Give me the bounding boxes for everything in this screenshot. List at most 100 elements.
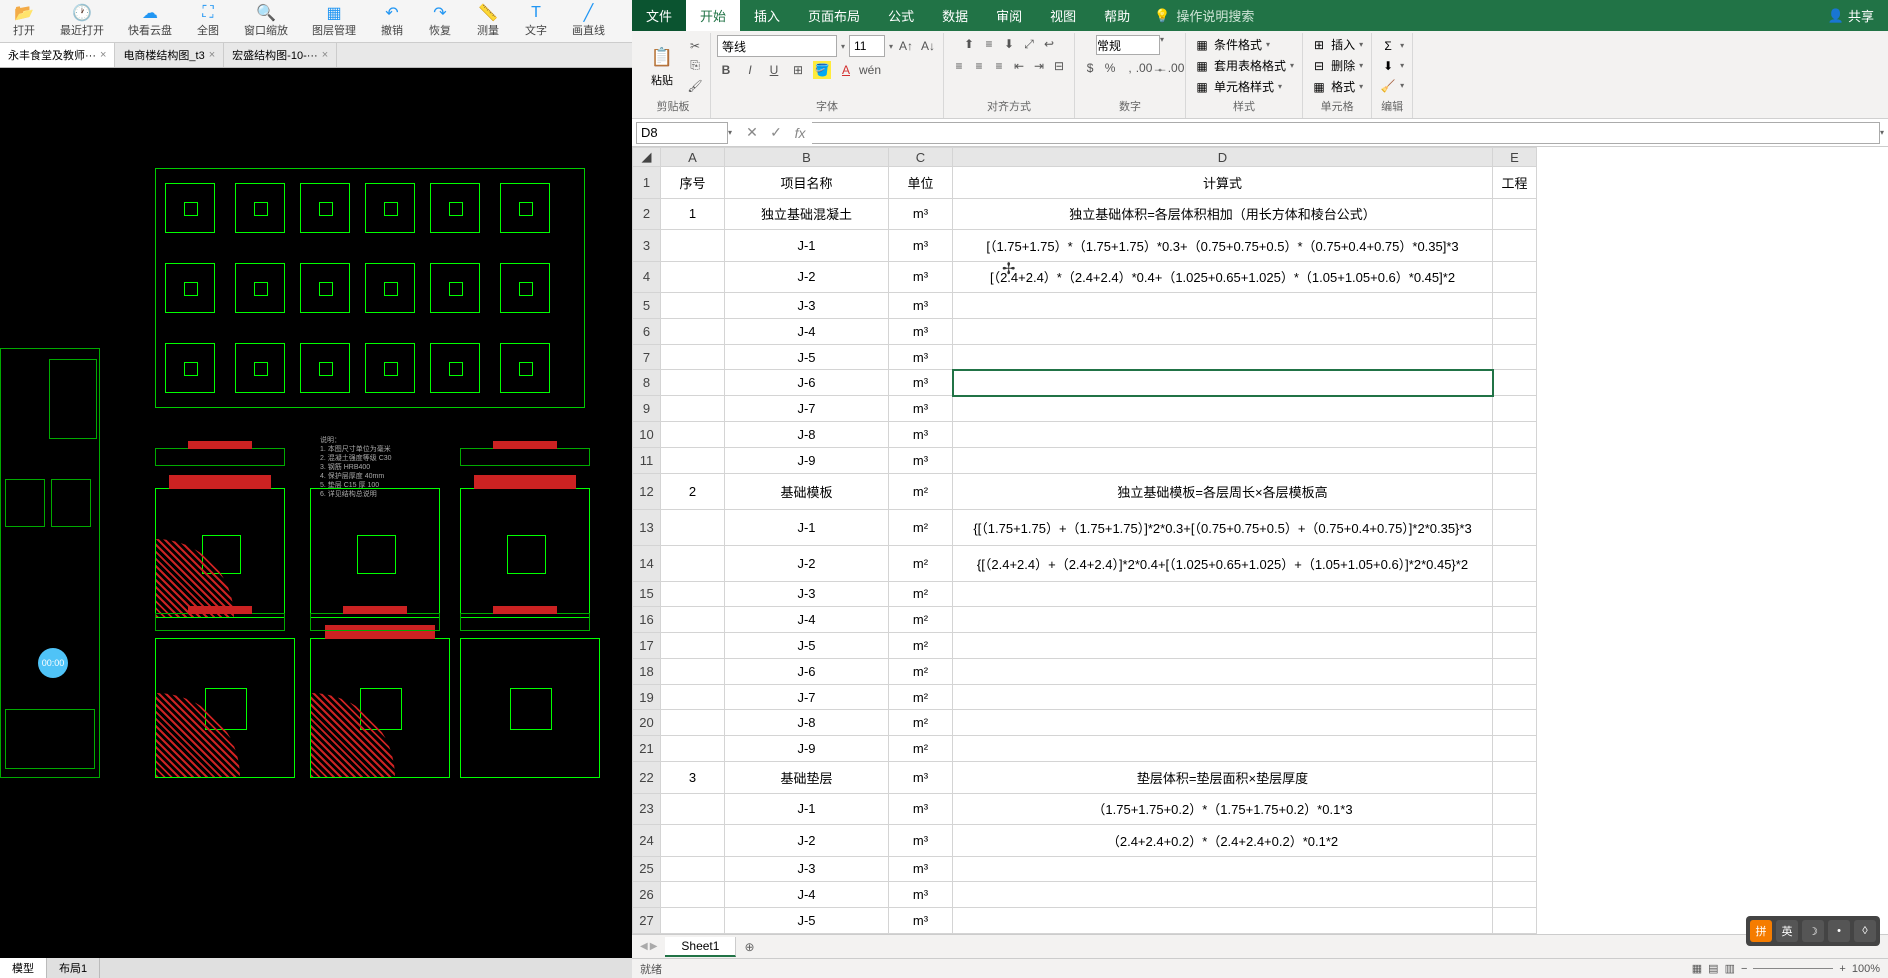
cell[interactable]: J-4 <box>725 607 889 633</box>
cell[interactable]: J-4 <box>725 318 889 344</box>
cell[interactable]: m² <box>889 509 953 545</box>
cell[interactable] <box>1493 762 1537 794</box>
enter-formula-button[interactable]: ✓ <box>764 122 788 144</box>
number-format-select[interactable] <box>1096 35 1160 55</box>
italic-button[interactable]: I <box>741 61 759 79</box>
cell[interactable]: m² <box>889 710 953 736</box>
cell[interactable] <box>953 684 1493 710</box>
font-size-input[interactable] <box>849 35 885 57</box>
cell[interactable] <box>1493 447 1537 473</box>
cell[interactable] <box>1493 793 1537 825</box>
cad-tool-打开[interactable]: 📂打开 <box>0 0 48 42</box>
align-left-button[interactable]: ≡ <box>950 57 968 75</box>
cell[interactable]: m² <box>889 684 953 710</box>
cell[interactable]: m³ <box>889 396 953 422</box>
cell[interactable] <box>1493 473 1537 509</box>
col-header-D[interactable]: D <box>953 148 1493 167</box>
underline-button[interactable]: U <box>765 61 783 79</box>
cell[interactable]: m³ <box>889 825 953 857</box>
cell[interactable]: 基础垫层 <box>725 762 889 794</box>
font-name-input[interactable] <box>717 35 837 57</box>
zoom-level[interactable]: 100% <box>1852 963 1880 975</box>
cell[interactable] <box>953 710 1493 736</box>
formula-input[interactable] <box>812 122 1880 144</box>
col-header-C[interactable]: C <box>889 148 953 167</box>
cell[interactable] <box>953 633 1493 659</box>
ime-button[interactable]: ◊ <box>1854 920 1876 942</box>
bold-button[interactable]: B <box>717 61 735 79</box>
menu-页面布局[interactable]: 页面布局 <box>794 0 874 31</box>
cell[interactable]: m² <box>889 633 953 659</box>
close-icon[interactable]: × <box>322 49 328 61</box>
cell[interactable] <box>1493 396 1537 422</box>
cad-canvas[interactable]: 说明：1. 本图尺寸单位为毫米2. 混凝土强度等级 C303. 钢筋 HRB40… <box>0 68 632 958</box>
cell[interactable] <box>953 318 1493 344</box>
cell[interactable] <box>953 607 1493 633</box>
row-header[interactable]: 13 <box>633 509 661 545</box>
menu-tell-me[interactable]: 💡 操作说明搜索 <box>1144 6 1264 25</box>
fx-button[interactable]: fx <box>788 122 812 144</box>
cell[interactable]: J-2 <box>725 825 889 857</box>
autosum-button[interactable]: Σ▾ <box>1378 37 1406 55</box>
align-bottom-button[interactable]: ⬇ <box>1000 35 1018 53</box>
cell[interactable]: 基础模板 <box>725 473 889 509</box>
cad-tool-画直线[interactable]: ╱画直线 <box>560 0 617 42</box>
clear-button[interactable]: 🧹▾ <box>1378 77 1406 95</box>
cell[interactable]: J-1 <box>725 509 889 545</box>
cell[interactable] <box>661 509 725 545</box>
name-box[interactable] <box>636 122 728 144</box>
sheet-area[interactable]: ◢ A B C D E 1 序号 项目名称 单位 计算式 工程2 1 独立基础混… <box>632 147 1888 934</box>
increase-font-button[interactable]: A↑ <box>897 37 915 55</box>
cell[interactable]: m³ <box>889 762 953 794</box>
phonetic-button[interactable]: wén <box>861 61 879 79</box>
cell[interactable]: J-1 <box>725 793 889 825</box>
cell[interactable] <box>661 633 725 659</box>
cell[interactable]: m³ <box>889 230 953 262</box>
row-header[interactable]: 2 <box>633 198 661 230</box>
cell[interactable] <box>953 856 1493 882</box>
align-center-button[interactable]: ≡ <box>970 57 988 75</box>
merge-button[interactable]: ⊟ <box>1050 57 1068 75</box>
cell[interactable] <box>661 684 725 710</box>
cad-tab[interactable]: 永丰食堂及教师···× <box>0 43 115 67</box>
cancel-formula-button[interactable]: ✕ <box>740 122 764 144</box>
cell[interactable]: 工程 <box>1493 167 1537 199</box>
cell[interactable]: m³ <box>889 447 953 473</box>
cell[interactable] <box>1493 509 1537 545</box>
align-top-button[interactable]: ⬆ <box>960 35 978 53</box>
menu-file[interactable]: 文件 <box>632 0 686 31</box>
cell[interactable]: [（1.75+1.75）*（1.75+1.75）*0.3+（0.75+0.75+… <box>953 230 1493 262</box>
row-header[interactable]: 24 <box>633 825 661 857</box>
cell[interactable] <box>1493 261 1537 293</box>
cell[interactable] <box>1493 344 1537 370</box>
cell[interactable] <box>661 545 725 581</box>
chevron-down-icon[interactable]: ▾ <box>728 128 732 137</box>
fill-color-button[interactable]: 🪣 <box>813 61 831 79</box>
cell[interactable] <box>953 882 1493 908</box>
row-header[interactable]: 26 <box>633 882 661 908</box>
cad-tool-撤销[interactable]: ↶撤销 <box>368 0 416 42</box>
ime-button[interactable]: • <box>1828 920 1850 942</box>
cell[interactable] <box>953 581 1493 607</box>
row-header[interactable]: 7 <box>633 344 661 370</box>
cell[interactable] <box>661 293 725 319</box>
menu-公式[interactable]: 公式 <box>874 0 928 31</box>
cell[interactable] <box>661 793 725 825</box>
view-normal-button[interactable]: ▦ <box>1692 962 1702 975</box>
cell[interactable]: 计算式 <box>953 167 1493 199</box>
cell[interactable]: J-3 <box>725 293 889 319</box>
cell[interactable] <box>661 736 725 762</box>
cad-tool-最近打开[interactable]: 🕐最近打开 <box>48 0 116 42</box>
cad-tool-窗口缩放[interactable]: 🔍窗口缩放 <box>232 0 300 42</box>
cad-footer-tab[interactable]: 布局1 <box>47 958 100 978</box>
delete-cells-button[interactable]: ⊟删除▾ <box>1309 56 1365 75</box>
cell[interactable] <box>661 581 725 607</box>
copy-button[interactable]: ⎘ <box>686 57 704 75</box>
cell[interactable] <box>661 421 725 447</box>
row-header[interactable]: 16 <box>633 607 661 633</box>
cell[interactable]: m² <box>889 581 953 607</box>
cell[interactable]: 序号 <box>661 167 725 199</box>
cell[interactable] <box>1493 856 1537 882</box>
font-color-button[interactable]: A <box>837 61 855 79</box>
cell[interactable] <box>661 710 725 736</box>
